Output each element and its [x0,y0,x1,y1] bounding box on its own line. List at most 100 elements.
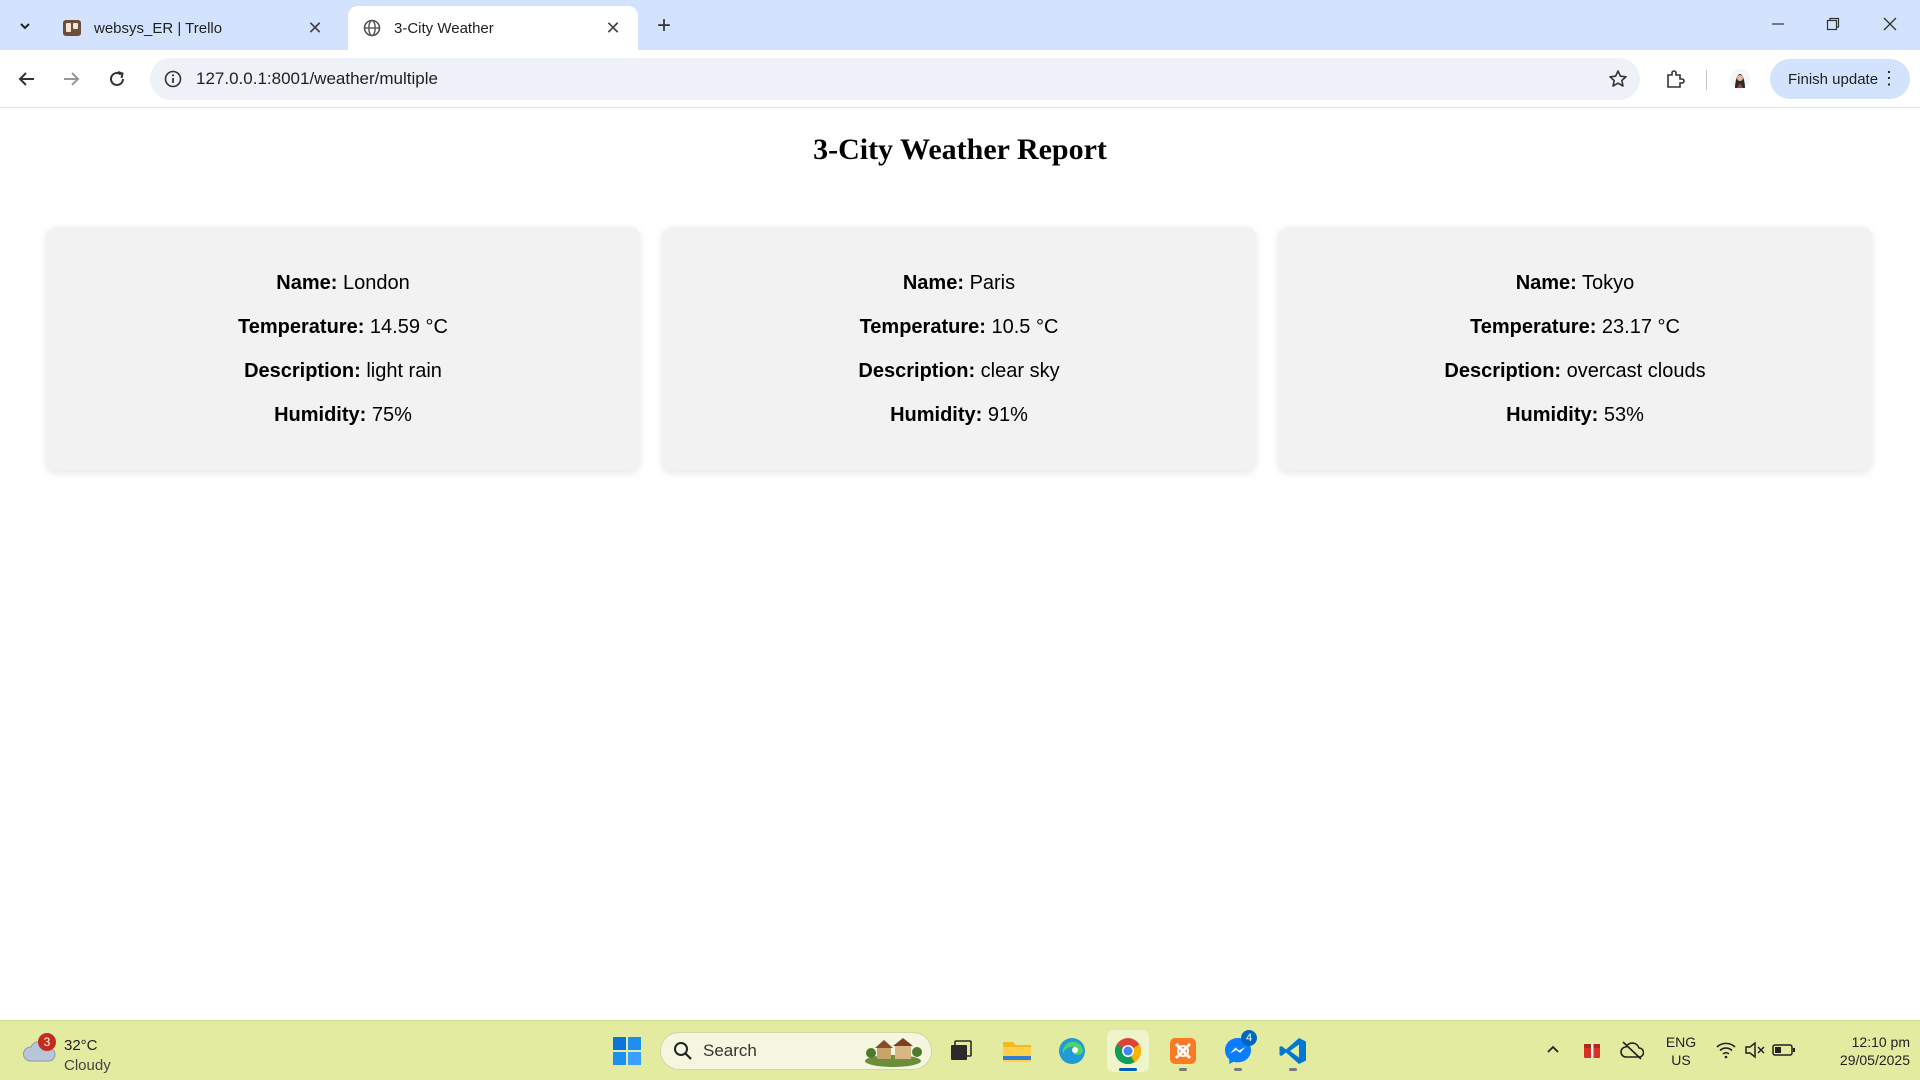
humidity-value: 53% [1603,403,1644,426]
search-highlight-image [865,1038,922,1067]
minimize-button[interactable] [1756,8,1800,40]
profile-button[interactable] [1724,63,1756,95]
name-value: Paris [969,271,1016,294]
temperature-value: 23.17 °C [1601,315,1680,338]
close-icon[interactable]: ✕ [304,17,326,39]
messenger-button[interactable]: 4 [1217,1030,1259,1072]
humidity-label: Humidity: [890,403,983,426]
city-name: Name: London [276,272,409,295]
name-label: Name: [276,271,338,294]
volume-button[interactable] [1740,1035,1770,1065]
edge-icon [1059,1038,1085,1064]
xampp-icon [1170,1038,1196,1064]
back-button[interactable] [11,63,43,95]
weather-cards: Name: London Temperature: 14.59 °C Descr… [46,227,1874,471]
humidity-label: Humidity: [1506,403,1599,426]
more-vert-icon[interactable]: ⋮ [1880,69,1898,87]
battery-button[interactable] [1769,1035,1799,1065]
volume-muted-icon [1745,1041,1765,1059]
vscode-button[interactable] [1272,1030,1314,1072]
reload-button[interactable] [101,63,133,95]
tab-title: 3-City Weather [394,19,494,37]
close-icon[interactable]: ✕ [602,17,624,39]
bookmark-star-icon[interactable] [1596,58,1640,100]
temperature-value: 10.5 °C [991,315,1059,338]
temperature-label: Temperature: [1470,315,1597,338]
city-humidity: Humidity: 91% [890,404,1028,427]
new-tab-button[interactable]: + [650,12,678,40]
cloud-off-icon [1620,1041,1644,1060]
site-info-icon[interactable] [150,58,196,100]
city-temperature: Temperature: 23.17 °C [1470,316,1680,339]
extensions-button[interactable] [1659,63,1691,95]
weather-card-london: Name: London Temperature: 14.59 °C Descr… [46,227,640,471]
weather-card-tokyo: Name: Tokyo Temperature: 23.17 °C Descri… [1278,227,1872,471]
city-temperature: Temperature: 14.59 °C [238,316,448,339]
task-view-icon [951,1040,972,1060]
xampp-button[interactable] [1162,1030,1204,1072]
puzzle-icon [1667,70,1685,88]
city-description: Description: clear sky [858,360,1059,383]
description-label: Description: [1444,359,1562,382]
address-bar[interactable]: 127.0.0.1:8001/weather/multiple [150,58,1640,100]
network-button[interactable] [1711,1035,1741,1065]
restore-button[interactable] [1811,8,1855,40]
search-icon [674,1042,692,1060]
description-label: Description: [244,359,361,382]
toolbar-separator [1706,70,1707,90]
city-name: Name: Paris [903,272,1015,295]
file-explorer-button[interactable] [996,1030,1038,1072]
edge-button[interactable] [1051,1030,1093,1072]
onedrive-button[interactable] [1617,1035,1647,1065]
url-text[interactable]: 127.0.0.1:8001/weather/multiple [196,69,1596,89]
tab-trello[interactable]: websys_ER | Trello ✕ [48,6,340,50]
arrow-right-icon [64,72,80,86]
globe-icon [362,18,382,38]
temperature-label: Temperature: [238,315,365,338]
taskbar-search[interactable]: Search [660,1032,932,1070]
description-label: Description: [858,359,976,382]
folder-icon [1003,1042,1031,1062]
chevron-up-icon [1547,1045,1559,1053]
running-indicator [1179,1068,1187,1071]
description-value: clear sky [980,359,1060,382]
chrome-button[interactable] [1107,1030,1149,1072]
input-language-button[interactable]: ENG US [1660,1033,1702,1069]
system-clock[interactable]: 12:10 pm 29/05/2025 [1808,1033,1910,1069]
temperature-label: Temperature: [859,315,986,338]
page-content: 3-City Weather Report Name: London Tempe… [0,109,1920,1020]
restore-icon [1826,17,1840,31]
browser-toolbar: 127.0.0.1:8001/weather/multiple Finish u… [0,50,1920,108]
arrow-left-icon [18,72,34,86]
humidity-label: Humidity: [274,403,367,426]
close-icon [1883,17,1897,31]
weather-widget[interactable]: 3 32°C Cloudy [18,1029,138,1074]
finish-update-button[interactable]: Finish update ⋮ [1770,59,1910,99]
task-view-button[interactable] [940,1030,982,1072]
start-button[interactable] [606,1030,648,1072]
weather-condition: Cloudy [64,1057,111,1074]
clock-time: 12:10 pm [1851,1034,1910,1050]
language-code: ENG [1665,1034,1697,1050]
chevron-down-icon [20,23,30,30]
name-value: Tokyo [1582,271,1635,294]
avatar-icon [1730,69,1750,89]
keyboard-layout: US [1671,1052,1691,1068]
close-window-button[interactable] [1868,8,1912,40]
windows-icon [613,1037,641,1065]
tray-app-icon[interactable] [1577,1035,1607,1065]
city-temperature: Temperature: 10.5 °C [860,316,1059,339]
notification-badge: 3 [38,1033,56,1051]
finish-update-label: Finish update [1788,70,1879,88]
description-value: light rain [366,359,442,382]
tab-weather[interactable]: 3-City Weather ✕ [348,6,638,50]
clock-date: 29/05/2025 [1839,1052,1910,1068]
name-label: Name: [1515,271,1577,294]
humidity-value: 75% [371,403,412,426]
show-hidden-icons-button[interactable] [1538,1035,1568,1065]
humidity-value: 91% [987,403,1028,426]
city-name: Name: Tokyo [1516,272,1635,295]
tab-search-button[interactable] [10,11,40,41]
forward-button[interactable] [55,63,87,95]
temperature-value: 14.59 °C [369,315,448,338]
